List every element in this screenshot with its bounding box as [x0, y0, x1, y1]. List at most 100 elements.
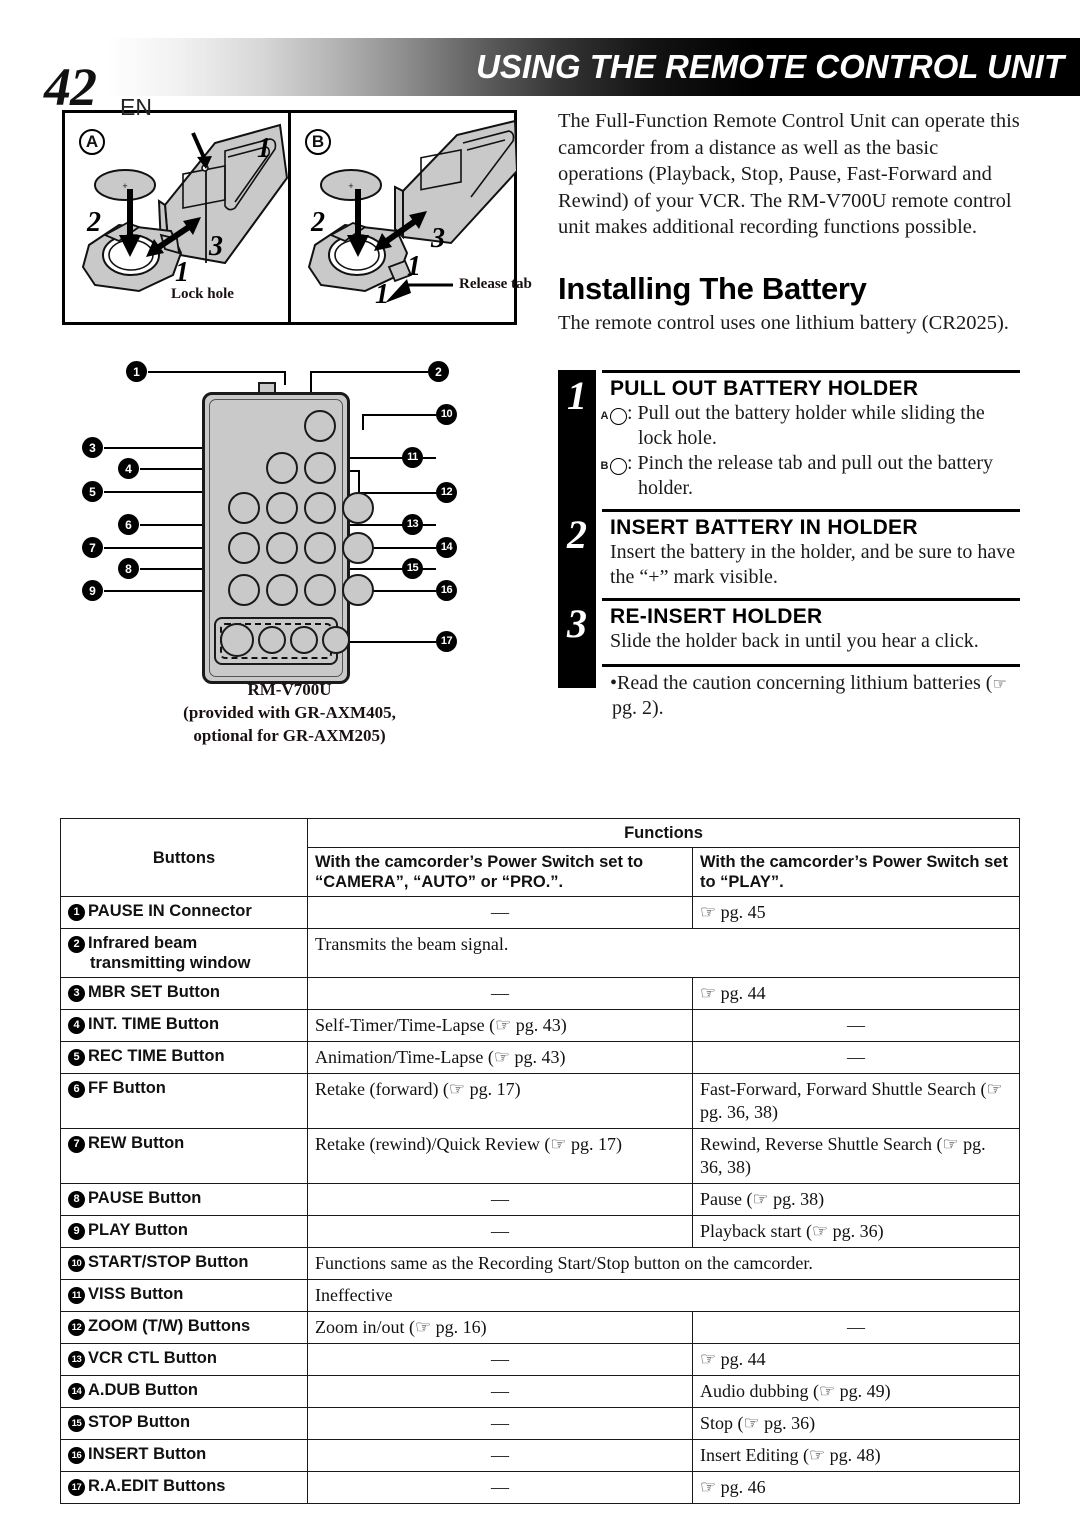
row-camera-function: Self-Timer/Time-Lapse (☞ pg. 43) [307, 1009, 693, 1042]
row-callout-badge: 15 [68, 1415, 85, 1432]
remote-button-zoom-t[interactable] [304, 452, 336, 484]
callout-5: 5 [82, 481, 103, 502]
figure-b-step-3: 3 [431, 223, 445, 254]
slide-arrow-a [146, 217, 201, 257]
step-1-bullet-b: B: Pinch the release tab and pull out th… [601, 451, 1020, 501]
remote-button-ra-edit-4[interactable] [322, 626, 350, 654]
row-button-label: 7 REW Button [60, 1128, 308, 1184]
row-play-function: — [692, 1041, 1020, 1074]
remote-button-rew[interactable] [228, 532, 260, 564]
table-row: 3 MBR SET Button — ☞ pg. 44 [60, 977, 1020, 1010]
row-play-function: ☞ pg. 46 [692, 1471, 1020, 1504]
step-2-rule [602, 509, 1020, 512]
figure-b-step-1b: 1 [375, 279, 389, 310]
row-camera-function: Functions same as the Recording Start/St… [307, 1247, 1020, 1280]
figure-panel-a: A + 1 2 3 1 Lock hole [65, 113, 291, 322]
table-row: 4 INT. TIME Button Self-Timer/Time-Lapse (… [60, 1009, 1020, 1042]
row-callout-badge: 13 [68, 1351, 85, 1368]
step-2-number: 2 [567, 512, 587, 557]
section-title: Installing The Battery [558, 271, 867, 306]
remote-button-ra-edit-1[interactable] [220, 623, 254, 657]
step-1-rule [602, 370, 1020, 373]
remote-button-start-stop[interactable] [304, 410, 336, 442]
page-header: 42 EN USING THE REMOTE CONTROL UNIT [0, 38, 1080, 119]
remote-button-vcr-ctl[interactable] [304, 532, 336, 564]
table-row: 1 PAUSE IN Connector — ☞ pg. 45 [60, 896, 1020, 929]
row-callout-badge: 10 [68, 1255, 85, 1272]
callout-4: 4 [118, 458, 139, 479]
step-3-rule [602, 598, 1020, 601]
table-row: 9 PLAY Button — Playback start (☞ pg. 36) [60, 1215, 1020, 1248]
step-1-bullet-a-text: : Pull out the battery holder while slid… [627, 402, 985, 449]
note-text: •Read the caution concerning lithium bat… [610, 672, 993, 694]
remote-model-name: RM-V700U [247, 680, 332, 699]
row-callout-badge: 14 [68, 1383, 85, 1400]
step-1-number: 1 [567, 373, 587, 418]
remote-functions-table: Buttons Functions With the camcorder’s P… [60, 818, 1020, 1504]
row-camera-function: Animation/Time-Lapse (☞ pg. 43) [307, 1041, 693, 1074]
row-camera-function: Ineffective [307, 1279, 1020, 1312]
leader-line-1 [148, 371, 286, 373]
header-camera-mode: With the camcorder’s Power Switch set to… [307, 847, 693, 897]
row-button-label: 9 PLAY Button [60, 1215, 308, 1248]
row-callout-badge: 6 [68, 1081, 85, 1098]
remote-button-a-dub[interactable] [342, 532, 374, 564]
row-button-label: 4 INT. TIME Button [60, 1009, 308, 1042]
step-1-bullet-b-text: : Pinch the release tab and pull out the… [627, 452, 993, 499]
header-play-mode: With the camcorder’s Power Switch set to… [692, 847, 1020, 897]
release-tab-label: Release tab [459, 276, 532, 292]
battery-install-figures: A + 1 2 3 1 Lock hole B + 2 3 1 1 Releas… [62, 110, 532, 325]
step-1-heading: PULL OUT BATTERY HOLDER [610, 377, 919, 400]
row-button-label: 5 REC TIME Button [60, 1041, 308, 1074]
table-row: 15 STOP Button — Stop (☞ pg. 36) [60, 1407, 1020, 1440]
table-row: 10 START/STOP Button Functions same as the… [60, 1247, 1020, 1280]
step-2-heading: INSERT BATTERY IN HOLDER [610, 516, 918, 539]
remote-button-insert[interactable] [342, 574, 374, 606]
row-play-function: Insert Editing (☞ pg. 48) [692, 1439, 1020, 1472]
remote-button-ff[interactable] [266, 532, 298, 564]
remote-button-viss[interactable] [266, 452, 298, 484]
remote-button-pause[interactable] [266, 574, 298, 606]
remote-button-zoom-w[interactable] [342, 492, 374, 524]
remote-button-rec-time[interactable] [228, 492, 260, 524]
row-play-function: ☞ pg. 44 [692, 1343, 1020, 1376]
remote-provided-with: (provided with GR-AXM405, [183, 703, 396, 722]
row-callout-badge: 9 [68, 1223, 85, 1240]
step-3-body: Slide the holder back in until you hear … [610, 630, 979, 652]
header-buttons: Buttons [60, 818, 308, 897]
leader-line-2 [310, 371, 428, 373]
lock-hole-label: Lock hole [171, 286, 234, 302]
mark-b-icon: B [601, 458, 627, 475]
row-camera-function: — [307, 1343, 693, 1376]
remote-button-play[interactable] [228, 574, 260, 606]
row-callout-badge: 2 [68, 936, 85, 953]
page-number: 42 [44, 57, 97, 117]
figure-a-step-2: 2 [87, 207, 101, 238]
remote-button-stop[interactable] [304, 574, 336, 606]
row-button-label: 17 R.A.EDIT Buttons [60, 1471, 308, 1504]
leader-line-17 [338, 641, 436, 643]
leader-line-10 [362, 414, 436, 416]
leader-line-2b [310, 371, 312, 393]
table-row: 5 REC TIME Button Animation/Time-Lapse (☞ … [60, 1041, 1020, 1074]
row-play-function: Playback start (☞ pg. 36) [692, 1215, 1020, 1248]
remote-button-ra-edit-2[interactable] [258, 626, 286, 654]
figure-b-step-2: 2 [311, 207, 325, 238]
callout-3: 3 [82, 437, 103, 458]
step-2-body: Insert the battery in the holder, and be… [610, 541, 1016, 588]
row-button-label: 2 Infrared beam transmitting window [60, 928, 308, 978]
remote-button-int-time[interactable] [266, 492, 298, 524]
row-play-function: ☞ pg. 44 [692, 977, 1020, 1010]
note-rule [602, 664, 1020, 667]
remote-button-mbr-set[interactable] [304, 492, 336, 524]
row-play-function: — [692, 1311, 1020, 1344]
row-button-label: 3 MBR SET Button [60, 977, 308, 1010]
callout-14: 14 [436, 537, 457, 558]
remote-button-ra-edit-3[interactable] [290, 626, 318, 654]
callout-7: 7 [82, 537, 103, 558]
row-camera-function: Zoom in/out (☞ pg. 16) [307, 1311, 693, 1344]
figure-b-step-1a: 1 [407, 251, 421, 282]
row-play-function: Rewind, Reverse Shuttle Search (☞ pg. 36… [692, 1128, 1020, 1184]
leader-line-9 [104, 590, 206, 592]
table-row: 17 R.A.EDIT Buttons — ☞ pg. 46 [60, 1471, 1020, 1504]
